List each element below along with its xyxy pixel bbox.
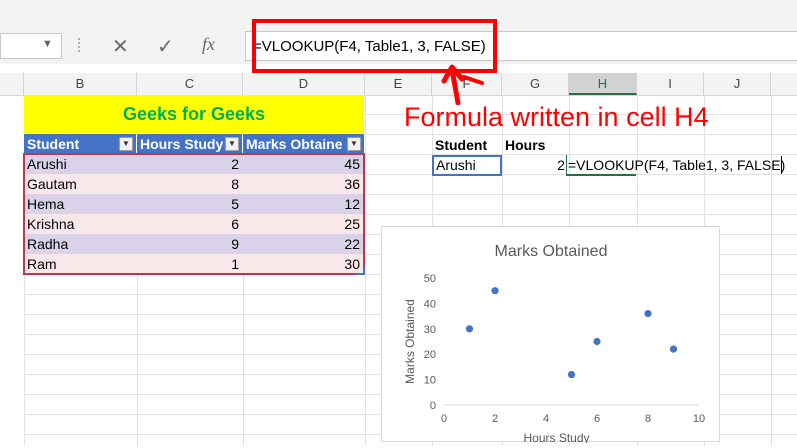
column-header-h[interactable]: H <box>569 73 637 95</box>
data-point <box>593 337 601 346</box>
x-tick-label: 6 <box>594 413 600 425</box>
data-point <box>644 309 652 318</box>
column-header-g[interactable]: G <box>502 73 569 95</box>
column-header-e[interactable]: E <box>365 73 432 95</box>
x-tick-label: 10 <box>693 413 705 425</box>
y-axis-label: Marks Obtained <box>403 299 417 384</box>
table-resize-handle[interactable] <box>356 266 365 275</box>
y-tick-label: 20 <box>424 349 436 361</box>
y-tick-label: 10 <box>424 375 436 387</box>
y-tick-label: 30 <box>424 324 436 336</box>
x-tick-label: 8 <box>645 413 651 425</box>
column-header-b[interactable]: B <box>24 73 137 95</box>
x-tick-label: 0 <box>441 413 447 425</box>
formula-bar-grip <box>78 38 84 52</box>
data-point <box>491 287 499 295</box>
lookup-student-value[interactable]: Arushi <box>436 155 476 175</box>
data-point <box>669 345 678 353</box>
name-box-dropdown-icon[interactable]: ▼ <box>42 38 53 50</box>
y-tick-label: 0 <box>430 400 436 412</box>
filter-dropdown-icon[interactable]: ▼ <box>347 137 361 151</box>
lookup-student-header[interactable]: Student <box>435 137 487 153</box>
lookup-hours-value[interactable]: 2 <box>502 155 565 175</box>
chart-title: Marks Obtained <box>495 243 608 260</box>
y-tick-label: 40 <box>424 298 436 310</box>
enter-icon[interactable]: ✓ <box>157 34 174 59</box>
formula-cell-text[interactable]: =VLOOKUP(F4, Table1, 3, FALSE) <box>568 155 785 175</box>
data-point <box>465 325 474 333</box>
annotation-arrow-icon <box>441 64 484 105</box>
column-header-d[interactable]: D <box>243 73 365 95</box>
column-header-c[interactable]: C <box>137 73 243 95</box>
x-axis-label: Hours Study <box>523 431 589 443</box>
filter-dropdown-icon[interactable]: ▼ <box>119 137 133 151</box>
sheet-title[interactable]: Geeks for Geeks <box>24 95 364 133</box>
data-point <box>567 370 576 379</box>
insert-function-icon[interactable]: fx <box>202 34 215 55</box>
annotation-label: Formula written in cell H4 <box>404 102 709 132</box>
lookup-hours-header[interactable]: Hours <box>505 137 545 153</box>
x-tick-label: 4 <box>543 413 549 425</box>
filter-dropdown-icon[interactable]: ▼ <box>225 137 239 151</box>
chart-canvas: Marks Obtained 0 2 4 6 8 10 0 10 20 30 40 50 Hours St… <box>403 243 705 445</box>
select-all-corner[interactable] <box>0 73 24 95</box>
cancel-icon[interactable]: ✕ <box>112 34 129 59</box>
text-cursor <box>781 156 782 174</box>
y-tick-label: 50 <box>424 273 436 285</box>
x-tick-label: 2 <box>492 413 498 425</box>
column-header-j[interactable]: J <box>704 73 771 95</box>
table-range-border <box>23 153 365 275</box>
column-header-i[interactable]: I <box>637 73 704 95</box>
scatter-chart[interactable]: Marks Obtained 0 2 4 6 8 10 0 10 20 30 40 50 Hours St… <box>381 226 720 445</box>
